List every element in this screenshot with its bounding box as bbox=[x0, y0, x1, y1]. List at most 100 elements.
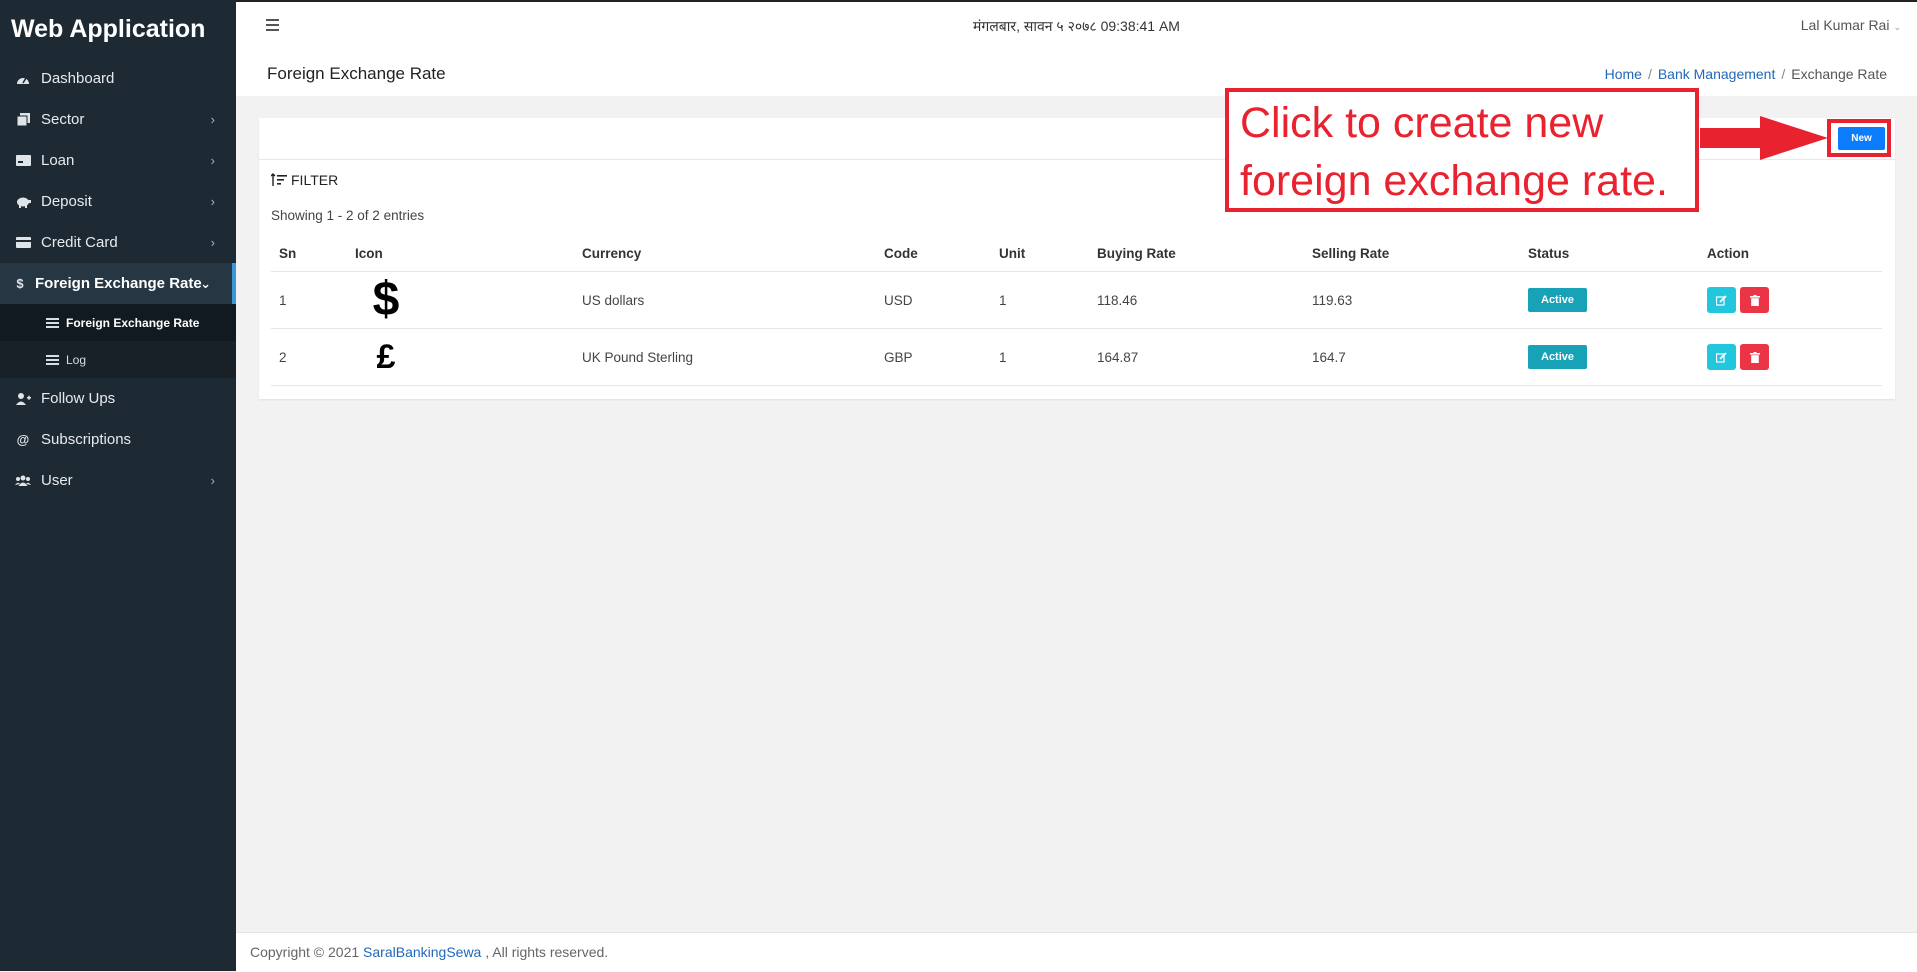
cell-code: GBP bbox=[876, 328, 991, 386]
table-header-row: Sn Icon Currency Code Unit Buying Rate S… bbox=[271, 236, 1882, 272]
edit-button[interactable] bbox=[1707, 344, 1736, 370]
piggy-bank-icon bbox=[15, 194, 31, 210]
breadcrumb: Home / Bank Management / Exchange Rate bbox=[1605, 66, 1887, 82]
list-icon bbox=[46, 317, 59, 328]
sidebar-item-label: Subscriptions bbox=[41, 431, 132, 448]
cell-code: USD bbox=[876, 271, 991, 329]
sidebar-subitem-foreign-exchange-rate[interactable]: Foreign Exchange Rate bbox=[0, 304, 236, 341]
annotation-arrow-shaft bbox=[1700, 128, 1762, 148]
delete-button[interactable] bbox=[1740, 344, 1769, 370]
sidebar-subitem-log[interactable]: Log bbox=[0, 341, 236, 378]
sidebar-item-dashboard[interactable]: Dashboard bbox=[0, 58, 236, 99]
breadcrumb-separator: / bbox=[1781, 66, 1786, 82]
breadcrumb-bank-management[interactable]: Bank Management bbox=[1658, 66, 1776, 82]
column-header[interactable]: Sn bbox=[271, 236, 347, 272]
cell-buying-rate: 164.87 bbox=[1089, 328, 1304, 386]
entries-count: Showing 1 - 2 of 2 entries bbox=[271, 208, 425, 223]
dollar-symbol-icon: $ bbox=[372, 273, 400, 326]
sidebar-item-label: Follow Ups bbox=[41, 390, 116, 407]
page-title: Foreign Exchange Rate bbox=[267, 64, 446, 83]
cell-icon: £ bbox=[347, 328, 574, 386]
cell-action bbox=[1699, 271, 1882, 329]
exchange-rate-table: Sn Icon Currency Code Unit Buying Rate S… bbox=[271, 236, 1882, 386]
annotation-line: foreign exchange rate. bbox=[1240, 157, 1668, 205]
sector-icon bbox=[15, 112, 31, 128]
sidebar-item-label: User bbox=[41, 472, 73, 489]
at-icon: @ bbox=[16, 432, 30, 447]
footer-link[interactable]: SaralBankingSewa bbox=[363, 944, 481, 960]
filter-sort-icon bbox=[271, 173, 287, 186]
user-menu[interactable]: Lal Kumar Rai ⌄ bbox=[1801, 17, 1901, 33]
cell-sn: 2 bbox=[271, 328, 347, 386]
sidebar-item-deposit[interactable]: Deposit › bbox=[0, 181, 236, 222]
column-header[interactable]: Currency bbox=[574, 236, 876, 272]
column-header[interactable]: Code bbox=[876, 236, 991, 272]
column-header[interactable]: Status bbox=[1520, 236, 1699, 272]
filter-label: FILTER bbox=[291, 172, 339, 188]
table-row: 2 £ UK Pound Sterling GBP 1 164.87 164.7… bbox=[271, 328, 1882, 386]
sidebar-item-label: Deposit bbox=[41, 193, 92, 210]
column-header[interactable]: Selling Rate bbox=[1304, 236, 1520, 272]
column-header[interactable]: Unit bbox=[991, 236, 1089, 272]
annotation-callout: Click to create new foreign exchange rat… bbox=[1225, 88, 1699, 212]
sidebar-subitem-label: Log bbox=[66, 352, 87, 367]
footer: Copyright © 2021 SaralBankingSewa , All … bbox=[236, 932, 1917, 972]
current-datetime: मंगलबार, सावन ५ २०७८ 09:38:41 AM bbox=[973, 18, 1180, 34]
footer-suffix: , All rights reserved. bbox=[481, 944, 609, 960]
trash-icon bbox=[1749, 351, 1760, 363]
chevron-right-icon: › bbox=[210, 235, 215, 250]
trash-icon bbox=[1749, 294, 1760, 306]
cell-status: Active bbox=[1520, 328, 1699, 386]
breadcrumb-home[interactable]: Home bbox=[1605, 66, 1642, 82]
footer-copyright: Copyright © 2021 bbox=[250, 944, 364, 960]
chevron-right-icon: › bbox=[210, 112, 215, 127]
cell-currency: UK Pound Sterling bbox=[574, 328, 876, 386]
sidebar-subnav: Foreign Exchange Rate Log bbox=[0, 304, 236, 378]
sidebar-item-loan[interactable]: Loan › bbox=[0, 140, 236, 181]
pound-symbol-icon: £ bbox=[376, 338, 396, 376]
cell-unit: 1 bbox=[991, 328, 1089, 386]
sidebar-item-subscriptions[interactable]: @ Subscriptions bbox=[0, 419, 236, 460]
cell-status: Active bbox=[1520, 271, 1699, 329]
chevron-right-icon: › bbox=[210, 194, 215, 209]
user-plus-icon bbox=[15, 391, 31, 407]
cell-selling-rate: 119.63 bbox=[1304, 271, 1520, 329]
sidebar-item-label: Sector bbox=[41, 111, 85, 128]
column-header[interactable]: Action bbox=[1699, 236, 1882, 272]
delete-button[interactable] bbox=[1740, 287, 1769, 313]
sidebar-item-user[interactable]: User › bbox=[0, 460, 236, 501]
sidebar-item-follow-ups[interactable]: Follow Ups bbox=[0, 378, 236, 419]
edit-icon bbox=[1716, 351, 1727, 363]
list-icon bbox=[46, 354, 59, 365]
annotation-line: Click to create new bbox=[1240, 99, 1604, 147]
column-header[interactable]: Buying Rate bbox=[1089, 236, 1304, 272]
user-name: Lal Kumar Rai bbox=[1800, 17, 1890, 33]
status-badge: Active bbox=[1528, 288, 1588, 312]
sidebar: Web Application Dashboard Sector › Loan … bbox=[0, 0, 236, 971]
column-header[interactable]: Icon bbox=[347, 236, 574, 272]
sidebar-item-label: Foreign Exchange Rate bbox=[35, 275, 202, 292]
caret-down-icon: ⌄ bbox=[1893, 22, 1901, 32]
sidebar-item-label: Credit Card bbox=[41, 234, 118, 251]
sidebar-item-sector[interactable]: Sector › bbox=[0, 99, 236, 140]
sidebar-item-label: Dashboard bbox=[41, 70, 115, 87]
chevron-right-icon: › bbox=[210, 473, 215, 488]
dashboard-icon bbox=[15, 71, 31, 87]
cell-action bbox=[1699, 328, 1882, 386]
credit-card-icon bbox=[15, 235, 31, 251]
dollar-icon: $ bbox=[16, 276, 24, 291]
edit-button[interactable] bbox=[1707, 287, 1736, 313]
filter-toggle[interactable]: FILTER bbox=[271, 172, 338, 188]
table-row: 1 $ US dollars USD 1 118.46 119.63 Activ… bbox=[271, 271, 1882, 329]
cell-unit: 1 bbox=[991, 271, 1089, 329]
sidebar-item-foreign-exchange-rate[interactable]: $ Foreign Exchange Rate ⌄ bbox=[0, 263, 236, 304]
cell-selling-rate: 164.7 bbox=[1304, 328, 1520, 386]
cell-buying-rate: 118.46 bbox=[1089, 271, 1304, 329]
users-icon bbox=[15, 473, 31, 489]
sidebar-item-credit-card[interactable]: Credit Card › bbox=[0, 222, 236, 263]
cell-sn: 1 bbox=[271, 271, 347, 329]
cell-icon: $ bbox=[347, 271, 574, 329]
sidebar-subitem-label: Foreign Exchange Rate bbox=[66, 315, 200, 330]
annotation-arrow-icon bbox=[1760, 116, 1828, 160]
edit-icon bbox=[1716, 294, 1727, 306]
